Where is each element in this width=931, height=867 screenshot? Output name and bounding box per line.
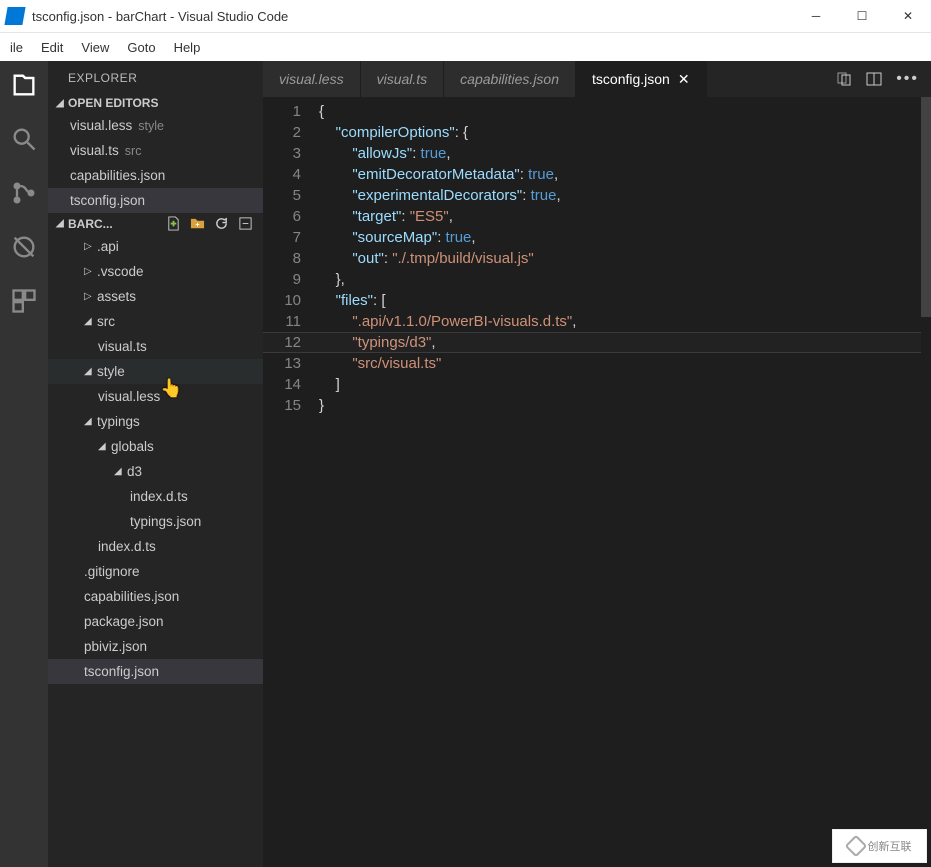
folder-item[interactable]: ◢typings xyxy=(48,409,263,434)
project-label: BARC... xyxy=(68,217,113,231)
explorer-icon[interactable] xyxy=(10,71,38,99)
folder-item[interactable]: ▷.vscode xyxy=(48,259,263,284)
tab-visual-ts[interactable]: visual.ts xyxy=(361,61,445,97)
maximize-button[interactable]: ☐ xyxy=(839,0,885,32)
compare-icon[interactable] xyxy=(836,71,852,87)
extensions-icon[interactable] xyxy=(10,287,38,315)
file-item[interactable]: tsconfig.json xyxy=(48,659,263,684)
menu-file[interactable]: ile xyxy=(2,37,31,58)
folder-item[interactable]: ▷.api xyxy=(48,234,263,259)
folder-item[interactable]: ◢d3 xyxy=(48,459,263,484)
scrollbar[interactable] xyxy=(921,97,931,867)
tabs: visual.lessvisual.tscapabilities.jsontsc… xyxy=(263,61,931,97)
titlebar: tsconfig.json - barChart - Visual Studio… xyxy=(0,0,931,33)
editor-area: visual.lessvisual.tscapabilities.jsontsc… xyxy=(263,61,931,867)
file-item[interactable]: capabilities.json xyxy=(48,584,263,609)
menubar: ile Edit View Goto Help xyxy=(0,33,931,61)
minimize-button[interactable]: ─ xyxy=(793,0,839,32)
vscode-icon xyxy=(4,7,25,25)
sidebar-title: EXPLORER xyxy=(48,61,263,93)
file-item[interactable]: pbiviz.json xyxy=(48,634,263,659)
folder-item[interactable]: ◢src xyxy=(48,309,263,334)
window-controls: ─ ☐ ✕ xyxy=(793,0,931,32)
file-item[interactable]: visual.ts xyxy=(48,334,263,359)
git-icon[interactable] xyxy=(10,179,38,207)
new-folder-icon[interactable] xyxy=(190,216,205,231)
project-header[interactable]: ◢ BARC... xyxy=(48,213,263,234)
debug-icon[interactable] xyxy=(10,233,38,261)
watermark: 创新互联 xyxy=(832,829,927,863)
tab-capabilities-json[interactable]: capabilities.json xyxy=(444,61,576,97)
more-icon[interactable]: ••• xyxy=(896,70,919,88)
menu-edit[interactable]: Edit xyxy=(33,37,71,58)
open-editors-label: OPEN EDITORS xyxy=(68,96,158,110)
collapse-icon[interactable] xyxy=(238,216,253,231)
open-editor-item[interactable]: visual.lessstyle xyxy=(48,113,263,138)
file-item[interactable]: index.d.ts xyxy=(48,484,263,509)
close-button[interactable]: ✕ xyxy=(885,0,931,32)
search-icon[interactable] xyxy=(10,125,38,153)
scrollbar-thumb[interactable] xyxy=(921,97,931,317)
open-editor-item[interactable]: tsconfig.json xyxy=(48,188,263,213)
menu-goto[interactable]: Goto xyxy=(119,37,163,58)
activitybar xyxy=(0,61,48,867)
open-editors-header[interactable]: ◢ OPEN EDITORS xyxy=(48,93,263,113)
line-highlight xyxy=(263,332,923,353)
folder-item[interactable]: ▷assets xyxy=(48,284,263,309)
file-item[interactable]: .gitignore xyxy=(48,559,263,584)
tab-tsconfig-json[interactable]: tsconfig.json✕ xyxy=(576,61,707,97)
code-editor[interactable]: 123456789101112131415 { "compilerOptions… xyxy=(263,97,931,867)
tab-visual-less[interactable]: visual.less xyxy=(263,61,361,97)
split-icon[interactable] xyxy=(866,71,882,87)
file-item[interactable]: index.d.ts xyxy=(48,534,263,559)
close-icon[interactable]: ✕ xyxy=(678,71,690,88)
menu-help[interactable]: Help xyxy=(166,37,209,58)
file-item[interactable]: typings.json xyxy=(48,509,263,534)
new-file-icon[interactable] xyxy=(166,216,181,231)
menu-view[interactable]: View xyxy=(73,37,117,58)
folder-item[interactable]: ◢style xyxy=(48,359,263,384)
file-item[interactable]: package.json xyxy=(48,609,263,634)
sidebar: EXPLORER ◢ OPEN EDITORS visual.lessstyle… xyxy=(48,61,263,867)
folder-item[interactable]: ◢globals xyxy=(48,434,263,459)
file-item[interactable]: visual.less xyxy=(48,384,263,409)
open-editor-item[interactable]: visual.tssrc xyxy=(48,138,263,163)
refresh-icon[interactable] xyxy=(214,216,229,231)
window-title: tsconfig.json - barChart - Visual Studio… xyxy=(32,9,288,24)
open-editor-item[interactable]: capabilities.json xyxy=(48,163,263,188)
